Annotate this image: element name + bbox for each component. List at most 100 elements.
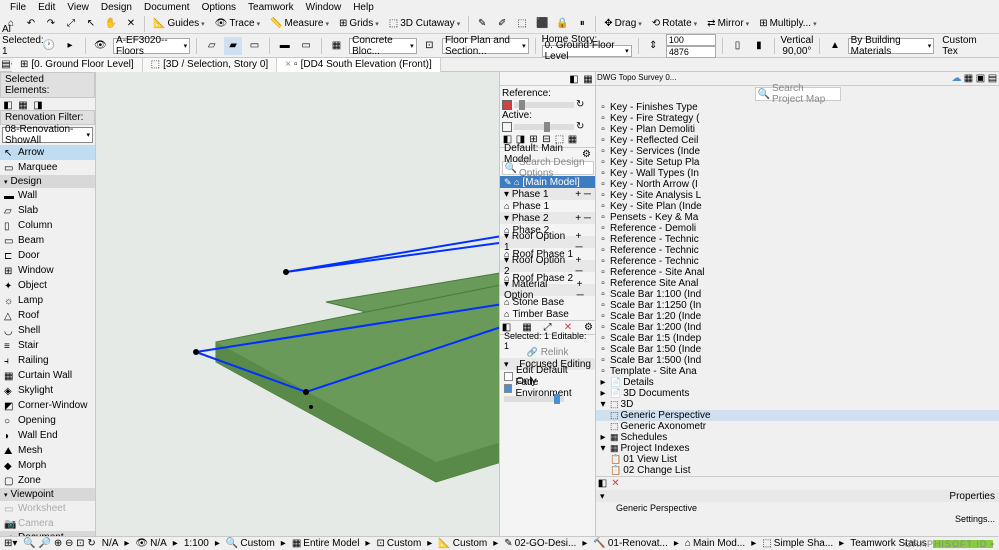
menu-document[interactable]: Document — [138, 2, 196, 13]
redo-icon[interactable]: ↷ — [42, 15, 60, 33]
tool-stair[interactable]: ≡Stair — [0, 338, 95, 353]
sb-custom3[interactable]: 📐 Custom — [438, 538, 487, 549]
sb-scale[interactable]: 1:100 — [184, 538, 209, 549]
tab-elevation[interactable]: ×▫[DD4 South Elevation (Front)] — [277, 58, 441, 72]
nav-item[interactable]: ▫Key - Reflected Ceil — [596, 135, 999, 146]
texture-icon[interactable]: ▲ — [826, 37, 843, 55]
tab-list-icon[interactable]: ▤ — [0, 59, 12, 71]
renovation-filter-selector[interactable]: 08-Renovation-ShowAll — [2, 127, 93, 143]
nav-item[interactable]: ▫Reference - Technic — [596, 245, 999, 256]
material-selector[interactable]: Concrete Bloc... — [349, 38, 416, 54]
plan-selector[interactable]: Floor Plan and Section... — [442, 38, 529, 54]
ungroup-icon[interactable]: ⬛ — [533, 15, 551, 33]
tool-slab[interactable]: ▱Slab — [0, 203, 95, 218]
lock-icon[interactable]: 🔒 — [553, 15, 571, 33]
nav-schedules[interactable]: ▸▦Schedules — [596, 432, 999, 443]
ref2-icon[interactable]: ▮ — [750, 37, 767, 55]
tab-3d[interactable]: ⬚[3D / Selection, Story 0] — [143, 58, 278, 72]
nav-item[interactable]: ▫Reference - Demoli — [596, 223, 999, 234]
tool-roof[interactable]: △Roof — [0, 308, 95, 323]
sb-zoom-icons[interactable]: 🔍 🔎 ⊕ ⊖ ⊡ ↻ — [23, 538, 95, 549]
nav-item[interactable]: ▫Key - Plan Demoliti — [596, 124, 999, 135]
nav-item[interactable]: ▫Key - Services (Inde — [596, 146, 999, 157]
nav-3d[interactable]: ▾⬚3D — [596, 399, 999, 410]
cancel-icon[interactable]: ✕ — [122, 15, 140, 33]
menu-teamwork[interactable]: Teamwork — [242, 2, 300, 13]
design-options-search[interactable]: 🔍Search Design Options — [502, 161, 594, 175]
edit2-icon[interactable]: ✐ — [493, 15, 511, 33]
material-header[interactable]: ▾ Material Option+ ─ — [500, 284, 595, 296]
nav-delete-icon[interactable]: ✕ — [610, 478, 621, 489]
phase1-item[interactable]: ⌂ Phase 1 — [500, 200, 595, 212]
layer-selector[interactable]: A-EF3020--Floors — [113, 38, 190, 54]
nav-changelist[interactable]: 📋02 Change List — [596, 465, 999, 476]
tool-lamp[interactable]: ☼Lamp — [0, 293, 95, 308]
hand-icon[interactable]: ✋ — [102, 15, 120, 33]
nav-viewlist[interactable]: 📋01 View List — [596, 454, 999, 465]
nav-item[interactable]: ▫Scale Bar 1:5 (Indep — [596, 333, 999, 344]
tool-wall[interactable]: ▬Wall — [0, 188, 95, 203]
nav-perspective[interactable]: ⬚Generic Perspective — [596, 410, 999, 421]
edit-icon[interactable]: ✎ — [473, 15, 491, 33]
nav-item[interactable]: ▫Scale Bar 1:20 (Inde — [596, 311, 999, 322]
guides-dropdown[interactable]: 📐 Guides — [149, 15, 209, 33]
home-story-selector[interactable]: 0. Ground Floor Level — [542, 45, 632, 57]
tool-morph[interactable]: ◆Morph — [0, 458, 95, 473]
nav-item[interactable]: ▫Key - Site Analysis L — [596, 190, 999, 201]
cursor-icon[interactable]: ↖ — [82, 15, 100, 33]
timber-item[interactable]: ⌂ Timber Base — [500, 308, 595, 320]
nav-item[interactable]: ▫Reference - Technic — [596, 234, 999, 245]
menu-edit[interactable]: Edit — [32, 2, 61, 13]
struct2-icon[interactable]: ▭ — [297, 37, 314, 55]
ref-color-swatch[interactable] — [502, 100, 512, 110]
tool-shell[interactable]: ◡Shell — [0, 323, 95, 338]
phase2-header[interactable]: ▾ Phase 2+ ─ — [500, 212, 595, 224]
drag-dropdown[interactable]: ✥ Drag — [600, 15, 646, 33]
nav-axonometry[interactable]: ⬚Generic Axonometr — [596, 421, 999, 432]
design-group-header[interactable]: Design — [0, 175, 95, 188]
layer-icon[interactable]: 👁 — [92, 37, 109, 55]
menu-view[interactable]: View — [61, 2, 95, 13]
nav-item[interactable]: ▫Scale Bar 1:200 (Ind — [596, 322, 999, 333]
active-opacity-slider[interactable] — [514, 124, 574, 130]
sb-shade[interactable]: ⬚ Simple Sha... — [762, 538, 833, 549]
nav-item[interactable]: ▫Scale Bar 1:50 (Inde — [596, 344, 999, 355]
tool-opening[interactable]: ○Opening — [0, 413, 95, 428]
ref-opacity-slider[interactable] — [514, 102, 574, 108]
pick-icon[interactable]: ⤢ — [62, 15, 80, 33]
elevation-icon[interactable]: ⇕ — [645, 37, 662, 55]
custom-texture-label[interactable]: Custom Tex — [938, 35, 997, 57]
tool-railing[interactable]: ⫞Railing — [0, 353, 95, 368]
struct1-icon[interactable]: ▬ — [276, 37, 293, 55]
roof1-header[interactable]: ▾ Roof Option 1+ ─ — [500, 236, 595, 248]
sb-go[interactable]: ✎ 02-GO-Desi... — [504, 538, 576, 549]
properties-header[interactable]: ▾ Properties — [596, 490, 999, 502]
nav-item[interactable]: ▫Key - Wall Types (In — [596, 168, 999, 179]
phase1-header[interactable]: ▾ Phase 1+ ─ — [500, 188, 595, 200]
ref1-icon[interactable]: ▯ — [729, 37, 746, 55]
nav-cloud-icon[interactable]: ☁ — [951, 73, 962, 84]
nav-item[interactable]: ▫Reference Site Anal — [596, 278, 999, 289]
nav-item[interactable]: ▫Scale Bar 1:100 (Ind — [596, 289, 999, 300]
nav-item[interactable]: ▫Key - Site Plan (Inde — [596, 201, 999, 212]
nav-item[interactable]: ▫Pensets - Key & Ma — [596, 212, 999, 223]
viewpoint-group-header[interactable]: Viewpoint — [0, 488, 95, 501]
nav-map-icon[interactable]: ▦ — [963, 73, 974, 84]
measure-dropdown[interactable]: 📏 Measure — [266, 15, 333, 33]
menu-file[interactable]: File — [4, 2, 32, 13]
settings-icon[interactable]: ▸ — [61, 37, 78, 55]
suspend-icon[interactable]: ⏸ — [573, 15, 591, 33]
nav-item[interactable]: ▫Reference - Technic — [596, 256, 999, 267]
3d-viewport[interactable] — [96, 72, 499, 536]
sb-entire[interactable]: ▦ Entire Model — [292, 538, 360, 549]
tool-mesh[interactable]: ⛰Mesh — [0, 443, 95, 458]
sb-custom2[interactable]: ⊡ Custom — [376, 538, 421, 549]
mirror-dropdown[interactable]: ⇄ Mirror — [703, 15, 753, 33]
tool-object[interactable]: ✦Object — [0, 278, 95, 293]
tool-zone[interactable]: ▢Zone — [0, 473, 95, 488]
panel-nav2-icon[interactable]: ▦ — [582, 73, 594, 85]
sb-reno[interactable]: 🔨 01-Renovat... — [593, 538, 668, 549]
nav-item[interactable]: ▫Reference - Site Anal — [596, 267, 999, 278]
ref-reset-icon[interactable]: ↻ — [576, 99, 584, 110]
plan-icon[interactable]: ⊡ — [421, 37, 438, 55]
